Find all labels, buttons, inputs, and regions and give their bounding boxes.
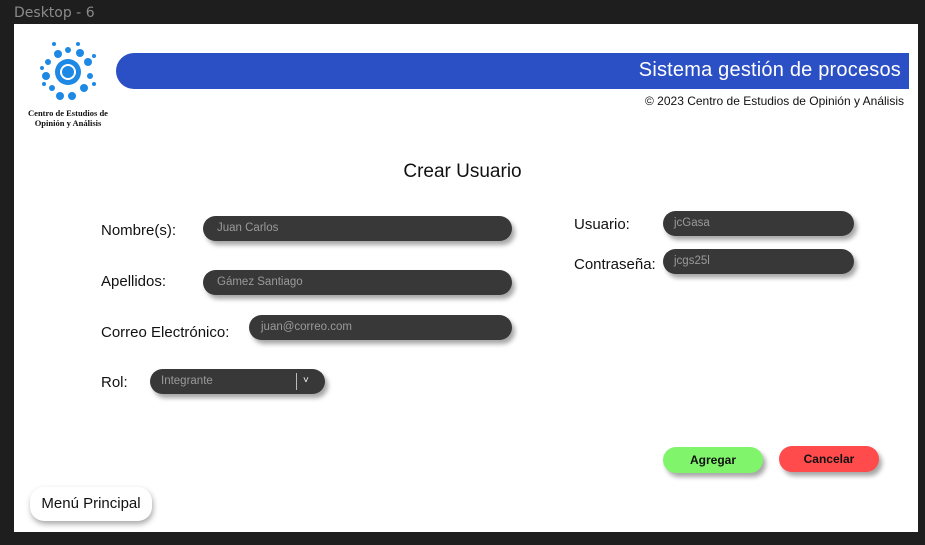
contrasena-input[interactable]: jcgs25l xyxy=(663,249,854,274)
apellidos-input[interactable]: Gámez Santiago xyxy=(203,270,512,295)
nombre-label: Nombre(s): xyxy=(101,222,177,239)
apellidos-label: Apellidos: xyxy=(101,273,167,290)
menu-principal-button[interactable]: Menú Principal xyxy=(30,487,152,521)
organization-logo: Centro de Estudios de Opinión y Análisis xyxy=(20,36,116,136)
usuario-label: Usuario: xyxy=(574,216,630,233)
frame-label: Desktop - 6 xyxy=(14,5,95,21)
logo-icon xyxy=(40,42,96,100)
logo-caption: Centro de Estudios de Opinión y Análisis xyxy=(20,108,116,128)
logo-line-2: Opinión y Análisis xyxy=(34,118,102,128)
nombre-input[interactable]: Juan Carlos xyxy=(203,216,512,241)
logo-line-1: Centro de Estudios de xyxy=(28,108,108,118)
contrasena-label: Contraseña: xyxy=(574,256,656,273)
select-divider xyxy=(296,373,297,390)
app-title: Sistema gestión de procesos xyxy=(638,59,901,81)
app-window: Centro de Estudios de Opinión y Análisis… xyxy=(14,24,918,532)
correo-label: Correo Electrónico: xyxy=(101,324,230,341)
cancelar-button[interactable]: Cancelar xyxy=(779,446,879,472)
agregar-button[interactable]: Agregar xyxy=(663,447,763,473)
usuario-input[interactable]: jcGasa xyxy=(663,211,854,236)
copyright-notice: © 2023 Centro de Estudios de Opinión y A… xyxy=(645,94,904,108)
rol-label: Rol: xyxy=(101,374,128,391)
correo-input[interactable]: juan@correo.com xyxy=(249,315,512,340)
chevron-down-icon[interactable]: ˅ xyxy=(303,369,309,393)
header-bar: Sistema gestión de procesos xyxy=(116,53,909,89)
rol-select[interactable]: Integrante ˅ xyxy=(150,369,325,394)
page-title: Crear Usuario xyxy=(403,161,522,182)
rol-selected-value: Integrante xyxy=(161,375,213,387)
